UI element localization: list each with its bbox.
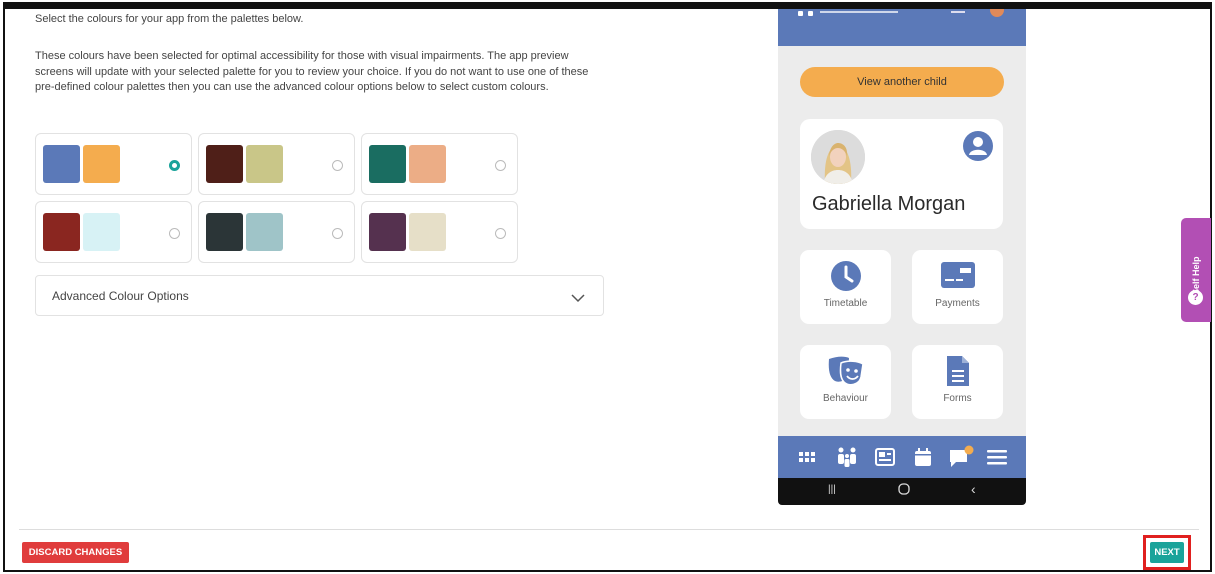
- payments-label: Payments: [935, 298, 980, 309]
- header-bar: [820, 11, 898, 13]
- advanced-colour-options-accordion[interactable]: Advanced Colour Options: [35, 275, 604, 316]
- android-nav-bar: ||| ‹: [778, 478, 1026, 505]
- intro-paragraph: These colours have been selected for opt…: [35, 50, 589, 93]
- palette-swatch-primary: [206, 145, 243, 183]
- palette-option-3[interactable]: [361, 133, 518, 195]
- theatre-masks-icon: [800, 355, 891, 387]
- palette-radio[interactable]: [169, 228, 180, 239]
- timetable-tile[interactable]: Timetable: [800, 250, 891, 324]
- clock-icon: [800, 260, 891, 292]
- payment-card-icon: [912, 260, 1003, 290]
- behaviour-tile[interactable]: Behaviour: [800, 345, 891, 419]
- chevron-down-icon: [571, 290, 585, 308]
- palette-swatch-secondary: [246, 145, 283, 183]
- profile-icon[interactable]: [963, 131, 993, 166]
- app-preview-phone: View another child Gabriella Morgan Time…: [778, 9, 1026, 505]
- header-line: [951, 11, 965, 13]
- palette-radio[interactable]: [495, 160, 506, 171]
- preview-header: [778, 9, 1026, 46]
- help-question-icon: ?: [1188, 290, 1203, 305]
- forms-label: Forms: [943, 393, 972, 404]
- preview-tab-bar: [778, 436, 1026, 478]
- palette-option-4[interactable]: [35, 201, 192, 263]
- palette-swatch-secondary: [83, 213, 120, 251]
- self-help-tab[interactable]: Self Help ?: [1181, 218, 1211, 322]
- discard-changes-button[interactable]: DISCARD CHANGES: [22, 542, 129, 563]
- palette-option-1[interactable]: [35, 133, 192, 195]
- palette-option-6[interactable]: [361, 201, 518, 263]
- palette-option-2[interactable]: [198, 133, 355, 195]
- palette-radio[interactable]: [332, 228, 343, 239]
- palette-radio[interactable]: [495, 228, 506, 239]
- chat-icon[interactable]: [948, 445, 974, 469]
- next-button[interactable]: NEXT: [1150, 542, 1184, 563]
- family-icon[interactable]: [834, 445, 860, 469]
- child-card: Gabriella Morgan: [800, 119, 1003, 229]
- palette-swatch-primary: [369, 145, 406, 183]
- home-icon[interactable]: [898, 483, 910, 498]
- advanced-colour-options-label: Advanced Colour Options: [52, 289, 189, 303]
- grid-icon[interactable]: [794, 445, 820, 469]
- behaviour-label: Behaviour: [822, 393, 869, 404]
- palette-option-5[interactable]: [198, 201, 355, 263]
- page-frame: Select the colours for your app from the…: [3, 2, 1212, 572]
- child-name: Gabriella Morgan: [812, 193, 966, 215]
- palette-grid: [35, 133, 520, 263]
- news-icon[interactable]: [872, 445, 898, 469]
- view-another-child-button[interactable]: View another child: [800, 67, 1004, 97]
- intro-heading: Select the colours for your app from the…: [35, 13, 304, 25]
- palette-swatch-secondary: [409, 213, 446, 251]
- header-avatar: [990, 9, 1004, 17]
- palette-swatch-primary: [369, 213, 406, 251]
- footer-divider: [19, 529, 1199, 530]
- palette-radio[interactable]: [332, 160, 343, 171]
- palette-swatch-secondary: [409, 145, 446, 183]
- header-dot: [808, 11, 813, 16]
- palette-swatch-primary: [43, 213, 80, 251]
- back-icon[interactable]: ‹: [971, 481, 976, 497]
- timetable-label: Timetable: [823, 298, 868, 309]
- palette-swatch-secondary: [246, 213, 283, 251]
- next-button-highlight: NEXT: [1143, 535, 1191, 570]
- header-dot: [798, 11, 803, 16]
- palette-swatch-primary: [206, 213, 243, 251]
- menu-icon[interactable]: [984, 445, 1010, 469]
- calendar-icon[interactable]: [910, 445, 936, 469]
- palette-radio[interactable]: [169, 160, 180, 171]
- document-icon: [912, 355, 1003, 387]
- recent-apps-icon[interactable]: |||: [828, 484, 836, 495]
- palette-swatch-primary: [43, 145, 80, 183]
- child-avatar: [811, 130, 865, 184]
- palette-swatch-secondary: [83, 145, 120, 183]
- forms-tile[interactable]: Forms: [912, 345, 1003, 419]
- payments-tile[interactable]: Payments: [912, 250, 1003, 324]
